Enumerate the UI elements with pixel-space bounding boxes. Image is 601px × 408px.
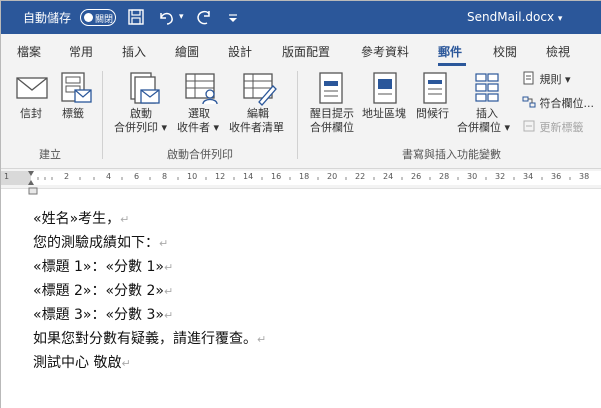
- edit-recipient-list-icon: [243, 72, 277, 110]
- autosave-label: 自動儲存: [23, 11, 72, 25]
- ruler-number: 1: [4, 172, 10, 181]
- edit-recipient-list-line2: 收件者清單: [229, 121, 284, 134]
- ruler-number: 12: [215, 172, 226, 181]
- tab-home[interactable]: 常用: [69, 43, 93, 60]
- update-labels-label: 更新標籤: [539, 121, 584, 134]
- tab-design[interactable]: 設計: [228, 43, 252, 60]
- ruler-number: 28: [439, 172, 450, 181]
- start-mail-merge-icon: [129, 72, 161, 110]
- ruler-number: 4: [106, 172, 112, 181]
- ruler-number: 22: [355, 172, 366, 181]
- tab-draw[interactable]: 繪圖: [175, 43, 199, 60]
- match-fields-label: 符合欄位...: [539, 97, 595, 110]
- group-label-start-mail-merge: 啟動合併列印: [167, 148, 233, 161]
- insert-merge-field-line2: 合併欄位 ▾: [457, 121, 511, 134]
- hanging-indent-marker[interactable]: [28, 187, 38, 205]
- toggle-state: 關閉: [95, 15, 114, 25]
- ruler-number: 36: [551, 172, 562, 181]
- ruler-number: 38: [579, 172, 590, 181]
- rules-label: 規則 ▾: [539, 73, 571, 86]
- document-body[interactable]: «姓名»考生，↵ 您的測驗成績如下：↵ «標題 1»：«分數 1»↵ «標題 2…: [1, 187, 601, 408]
- envelopes-label: 信封: [20, 107, 42, 120]
- ruler-number: 30: [467, 172, 478, 181]
- document-line: «標題 3»：«分數 3»↵: [33, 307, 174, 323]
- tab-layout[interactable]: 版面配置: [282, 43, 330, 60]
- horizontal-ruler[interactable]: 1 2 4 6 8 10 12 14 16 18 20 22 24 26 28 …: [1, 169, 601, 189]
- start-mail-merge-line2: 合併列印 ▾: [114, 121, 168, 134]
- address-block-label: 地址區塊: [362, 107, 406, 120]
- match-fields-icon: [522, 96, 536, 108]
- ruler-number: 14: [243, 172, 254, 181]
- rules-icon: [523, 71, 534, 85]
- document-line: 您的測驗成績如下：↵: [33, 235, 169, 251]
- ruler-number: 26: [411, 172, 422, 181]
- document-line: 測試中心 敬啟↵: [33, 355, 131, 371]
- select-recipients-line2: 收件者 ▾: [177, 121, 220, 134]
- tab-mailings[interactable]: 郵件: [438, 43, 462, 60]
- autosave-toggle[interactable]: 關閉: [80, 9, 116, 26]
- tab-references[interactable]: 參考資料: [361, 43, 409, 60]
- edit-recipient-list-line1: 編輯: [247, 107, 269, 120]
- match-fields-button[interactable]: 符合欄位...: [522, 95, 594, 111]
- ruler-number: 10: [187, 172, 198, 181]
- highlight-merge-fields-line1: 醒目提示: [310, 107, 354, 120]
- document-line: «姓名»考生，↵: [33, 211, 130, 227]
- ruler-number: 18: [299, 172, 310, 181]
- ribbon-tabs: 檔案 常用 插入 繪圖 設計 版面配置 參考資料 郵件 校閱 檢視: [1, 34, 601, 66]
- tab-view[interactable]: 檢視: [546, 43, 570, 60]
- tab-review[interactable]: 校閱: [493, 43, 517, 60]
- ruler-number: 34: [523, 172, 534, 181]
- insert-merge-field-icon: [474, 72, 500, 110]
- ruler-number: 24: [383, 172, 394, 181]
- document-line: «標題 1»：«分數 1»↵: [33, 259, 174, 275]
- undo-icon[interactable]: [157, 6, 177, 28]
- title-bar: 自動儲存 關閉 ▾ SendMail.docx ▾: [1, 1, 601, 34]
- insert-merge-field-line1: 插入: [476, 107, 498, 120]
- highlight-merge-fields-line2: 合併欄位: [310, 121, 354, 134]
- ruler-number: 32: [495, 172, 506, 181]
- update-labels-icon: [523, 120, 535, 132]
- redo-icon[interactable]: [194, 6, 214, 28]
- ruler-number: 16: [271, 172, 282, 181]
- document-line: «標題 2»：«分數 2»↵: [33, 283, 174, 299]
- envelope-icon: [16, 76, 48, 104]
- group-separator: [102, 71, 103, 159]
- customize-icon[interactable]: [227, 6, 239, 28]
- group-label-create: 建立: [39, 148, 61, 161]
- toggle-knob: [84, 13, 93, 22]
- ruler-number: 8: [162, 172, 168, 181]
- document-line: 如果您對分數有疑義，請進行覆查。↵: [33, 331, 267, 347]
- group-label-write-insert-fields: 書寫與插入功能變數: [402, 148, 501, 161]
- group-separator: [297, 71, 298, 159]
- greeting-line-icon: [422, 72, 450, 110]
- greeting-line-label: 問候行: [416, 107, 449, 120]
- tab-file[interactable]: 檔案: [17, 43, 41, 60]
- start-mail-merge-line1: 啟動: [130, 107, 152, 120]
- select-recipients-icon: [185, 72, 219, 110]
- labels-label: 標籤: [62, 107, 84, 120]
- ruler-number: 2: [64, 172, 70, 181]
- update-labels-button[interactable]: 更新標籤: [522, 119, 584, 135]
- ruler-number: 6: [134, 172, 140, 181]
- labels-icon: [60, 72, 92, 110]
- tab-insert[interactable]: 插入: [122, 43, 146, 60]
- highlight-merge-fields-icon: [318, 72, 346, 110]
- undo-dropdown-icon[interactable]: ▾: [179, 6, 184, 28]
- save-icon[interactable]: [127, 6, 145, 28]
- ribbon: 信封 標籤 建立 啟動 合併列印 ▾ 選取 收件者 ▾ 編輯 收件者清單 啟動合…: [1, 66, 601, 169]
- ruler-number: 20: [327, 172, 338, 181]
- rules-button[interactable]: 規則 ▾: [522, 71, 571, 87]
- select-recipients-line1: 選取: [188, 107, 210, 120]
- address-block-icon: [372, 72, 400, 110]
- document-title: SendMail.docx ▾: [467, 10, 563, 24]
